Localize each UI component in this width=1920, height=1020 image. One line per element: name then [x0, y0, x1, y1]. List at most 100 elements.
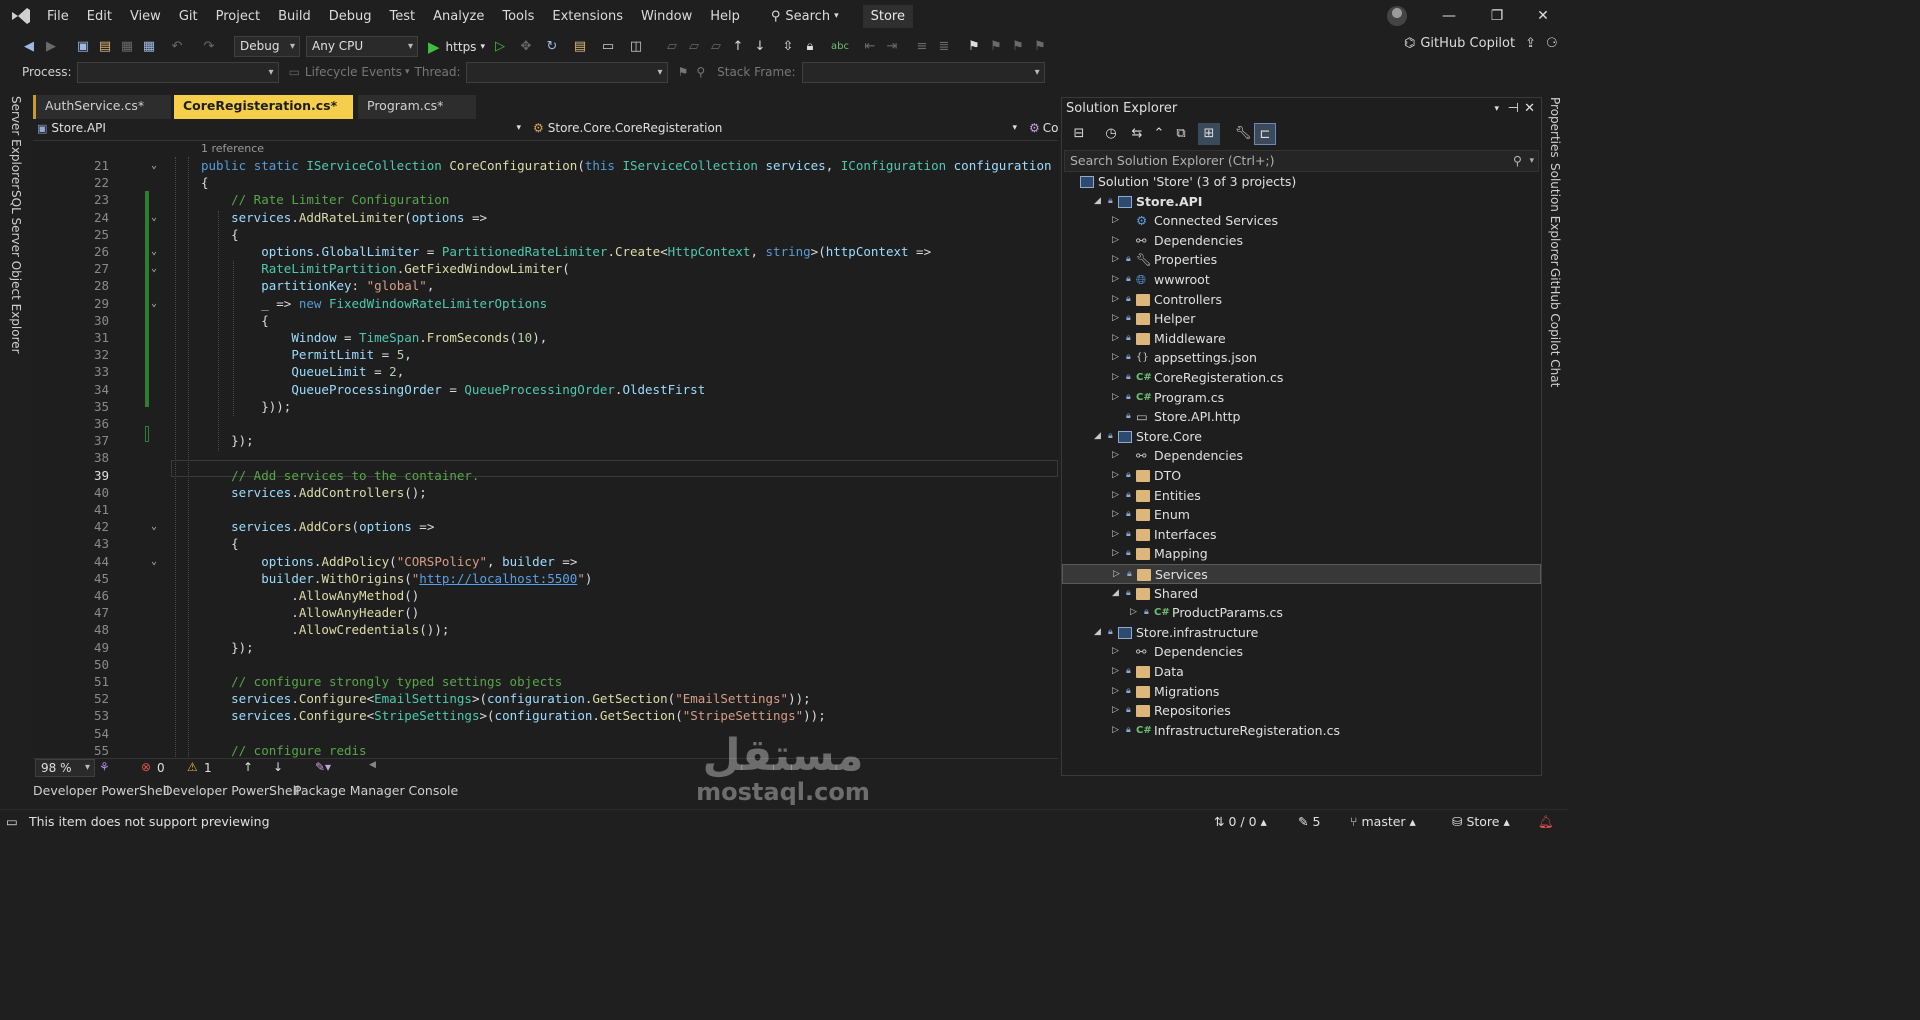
- menu-project[interactable]: Project: [207, 0, 269, 33]
- save-icon[interactable]: ▦: [116, 36, 138, 58]
- tree-item-interfaces[interactable]: ▷ 🔒︎ Interfaces: [1062, 525, 1541, 545]
- menu-debug[interactable]: Debug: [320, 0, 381, 33]
- code-line[interactable]: 32 PermitLimit = 5,: [33, 346, 1058, 363]
- expanded-chevron-icon[interactable]: ◢: [1094, 623, 1104, 643]
- flag-icon[interactable]: ⚑: [678, 65, 689, 79]
- fold-chevron-icon[interactable]: ⌄: [151, 260, 157, 277]
- code-line[interactable]: 22 {: [33, 174, 1058, 191]
- spellcheck-icon[interactable]: abc: [829, 36, 851, 58]
- collapsed-chevron-icon[interactable]: ▷: [1112, 368, 1122, 388]
- source-control-changes[interactable]: ⇅ 0 / 0 ▴: [1214, 814, 1267, 829]
- switch-views-icon[interactable]: ⊟: [1068, 123, 1090, 145]
- tree-item-appsettings-json[interactable]: ▷ 🔒︎ {} appsettings.json: [1062, 348, 1541, 368]
- code-line[interactable]: 29 ⌄ _ => new FixedWindowRateLimiterOptio…: [33, 295, 1058, 312]
- restore-icon[interactable]: ❐: [1474, 0, 1520, 33]
- menu-help[interactable]: Help: [701, 0, 749, 33]
- code-line[interactable]: 47 .AllowAnyHeader(): [33, 604, 1058, 621]
- code-line[interactable]: 27 ⌄ RateLimitPartition.GetFixedWindowLim…: [33, 260, 1058, 277]
- properties-wrench-icon[interactable]: 🔧︎: [1232, 123, 1254, 145]
- menu-extensions[interactable]: Extensions: [543, 0, 632, 33]
- collapsed-chevron-icon[interactable]: ▷: [1113, 565, 1123, 585]
- tree-item-helper[interactable]: ▷ 🔒︎ Helper: [1062, 309, 1541, 329]
- start-debugging-button[interactable]: ▶ https ▾: [428, 38, 485, 56]
- fold-chevron-icon[interactable]: ⌄: [151, 157, 157, 174]
- code-line[interactable]: 43 {: [33, 535, 1058, 552]
- tree-item-solution-store-3-of-3-projects[interactable]: Solution 'Store' (3 of 3 projects): [1062, 172, 1541, 192]
- redo-icon[interactable]: ↷: [198, 36, 220, 58]
- folder-icon[interactable]: ▤: [569, 36, 591, 58]
- menu-edit[interactable]: Edit: [78, 0, 121, 33]
- tree-item-productparams-cs[interactable]: ▷ 🔒︎ C# ProductParams.cs: [1062, 603, 1541, 623]
- bookmark-prev-icon[interactable]: ⚑: [985, 36, 1007, 58]
- collapsed-chevron-icon[interactable]: ▷: [1112, 388, 1122, 408]
- code-line[interactable]: 50: [33, 656, 1058, 673]
- tab-package-manager-console[interactable]: Package Manager Console: [294, 783, 458, 798]
- collapsed-chevron-icon[interactable]: ▷: [1112, 329, 1122, 349]
- code-line[interactable]: 53 services.Configure<StripeSettings>(co…: [33, 707, 1058, 724]
- search-button[interactable]: ⚲ Search ▾: [763, 0, 847, 33]
- code-line[interactable]: 33 QueueLimit = 2,: [33, 363, 1058, 380]
- configuration-dropdown[interactable]: Debug: [234, 36, 300, 57]
- menu-view[interactable]: View: [121, 0, 170, 33]
- tree-item-shared[interactable]: ◢ 🔒︎ Shared: [1062, 584, 1541, 604]
- tab-program[interactable]: Program.cs*: [358, 95, 476, 119]
- bookmark-next-icon[interactable]: ⚑: [1007, 36, 1029, 58]
- code-line[interactable]: 34 QueueProcessingOrder = QueueProcessin…: [33, 381, 1058, 398]
- format-icon[interactable]: ≡: [911, 36, 933, 58]
- tree-item-repositories[interactable]: ▷ 🔒︎ Repositories: [1062, 701, 1541, 721]
- show-all-files-icon[interactable]: ⧉: [1170, 123, 1192, 145]
- code-line[interactable]: 21 ⌄ public static IServiceCollection Core…: [33, 157, 1058, 174]
- code-line[interactable]: 23 // Rate Limiter Configuration: [33, 191, 1058, 208]
- code-text-area[interactable]: 1 reference 21 ⌄ public static IServiceCol…: [33, 141, 1058, 761]
- save-all-icon[interactable]: ▦: [138, 36, 160, 58]
- bookmark-icon[interactable]: ⚑: [963, 36, 985, 58]
- solution-explorer-tab[interactable]: Solution Explorer: [1548, 163, 1562, 266]
- outdent-icon[interactable]: ⇥: [881, 36, 903, 58]
- collapsed-chevron-icon[interactable]: ▷: [1112, 486, 1122, 506]
- start-without-debugging-icon[interactable]: ▷: [489, 36, 511, 58]
- zoom-dropdown[interactable]: 98 %: [35, 759, 95, 777]
- code-line[interactable]: 44 ⌄ options.AddPolicy("CORSPolicy", buil…: [33, 553, 1058, 570]
- collapsed-chevron-icon[interactable]: ▷: [1112, 701, 1122, 721]
- properties-tab[interactable]: Properties: [1548, 97, 1562, 158]
- branch-selector[interactable]: ⑂ master ▴: [1350, 814, 1416, 829]
- fold-chevron-icon[interactable]: ⌄: [151, 295, 157, 312]
- lifecycle-label[interactable]: Lifecycle Events: [305, 65, 402, 79]
- code-line[interactable]: 51 // configure strongly typed settings …: [33, 673, 1058, 690]
- share-icon[interactable]: ⇪: [1525, 36, 1536, 51]
- fold-chevron-icon[interactable]: ⌄: [151, 518, 157, 535]
- collapsed-chevron-icon[interactable]: ▷: [1112, 211, 1122, 231]
- menu-build[interactable]: Build: [269, 0, 320, 33]
- bookmark-clear-icon[interactable]: ⚑: [1029, 36, 1051, 58]
- tree-item-dependencies[interactable]: ▷ ⚯ Dependencies: [1062, 642, 1541, 662]
- codelens-references[interactable]: 1 reference: [201, 142, 264, 155]
- code-line[interactable]: 28 partitionKey: "global",: [33, 277, 1058, 294]
- uncomment-icon[interactable]: ≣: [933, 36, 955, 58]
- tree-item-program-cs[interactable]: ▷ 🔒︎ C# Program.cs: [1062, 388, 1541, 408]
- feedback-icon[interactable]: ⚆: [1546, 36, 1558, 51]
- platform-dropdown[interactable]: Any CPU: [306, 36, 418, 57]
- github-copilot-chat-tab[interactable]: GitHub Copilot Chat: [1548, 268, 1562, 387]
- scroll-left-icon[interactable]: ◀: [369, 760, 376, 770]
- code-cleanup-icon[interactable]: ✎▾: [315, 760, 331, 774]
- code-line[interactable]: 39 // Add services to the container.: [33, 467, 1058, 484]
- project-scope-dropdown[interactable]: ▣ Store.API ▾: [37, 121, 521, 135]
- collapsed-chevron-icon[interactable]: ▷: [1112, 505, 1122, 525]
- indent-icon[interactable]: ⇤: [859, 36, 881, 58]
- thread-dropdown[interactable]: [465, 61, 668, 83]
- history-icon[interactable]: ◷: [1100, 123, 1122, 145]
- code-line[interactable]: 38: [33, 449, 1058, 466]
- member-scope-dropdown[interactable]: ⚙ Co: [1029, 121, 1058, 135]
- tree-item-controllers[interactable]: ▷ 🔒︎ Controllers: [1062, 290, 1541, 310]
- code-line[interactable]: 42 ⌄ services.AddCors(options =>: [33, 518, 1058, 535]
- tree-item-enum[interactable]: ▷ 🔒︎ Enum: [1062, 505, 1541, 525]
- comment-icon[interactable]: ▱: [661, 36, 683, 58]
- filter-icon[interactable]: ⚲: [696, 65, 705, 79]
- collapsed-chevron-icon[interactable]: ▷: [1112, 309, 1122, 329]
- code-line[interactable]: 48 .AllowCredentials());: [33, 621, 1058, 638]
- server-explorer-tab[interactable]: Server Explorer: [9, 96, 23, 189]
- split-icon[interactable]: ◫: [625, 36, 647, 58]
- hot-reload-icon[interactable]: ✥: [515, 36, 537, 58]
- code-line[interactable]: 49 });: [33, 639, 1058, 656]
- tree-item-entities[interactable]: ▷ 🔒︎ Entities: [1062, 486, 1541, 506]
